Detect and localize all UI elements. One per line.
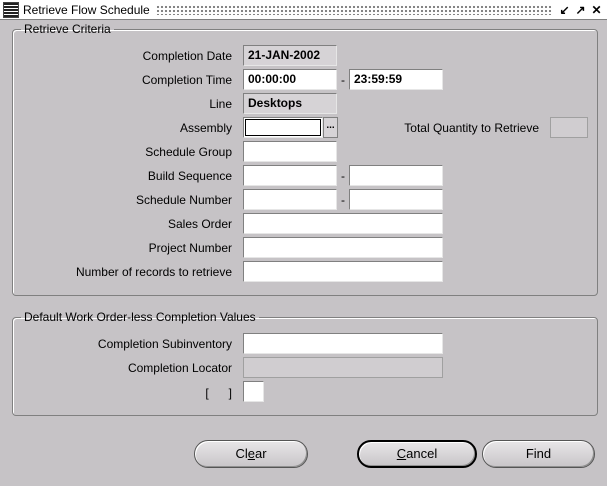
window-title: Retrieve Flow Schedule xyxy=(23,2,150,17)
build-sequence-from-field[interactable] xyxy=(243,165,337,186)
completion-locator-label: Completion Locator xyxy=(127,361,232,375)
schedule-number-from-field[interactable] xyxy=(243,189,337,210)
line-label: Line xyxy=(209,97,232,111)
checkbox-label: [ ] xyxy=(205,386,232,400)
maximize-icon[interactable]: ↗ xyxy=(574,3,587,17)
project-number-label: Project Number xyxy=(148,241,232,255)
completion-time-label: Completion Time xyxy=(141,73,232,87)
schedule-number-to-field[interactable] xyxy=(349,189,443,210)
completion-date-label: Completion Date xyxy=(142,49,232,63)
assembly-label: Assembly xyxy=(179,121,232,135)
title-bar: Retrieve Flow Schedule ↙ ↗ ✕ xyxy=(0,0,607,20)
project-number-field[interactable] xyxy=(243,237,443,258)
default-checkbox[interactable] xyxy=(243,381,264,402)
build-sequence-label: Build Sequence xyxy=(147,169,232,183)
completion-locator-field xyxy=(243,357,443,378)
num-records-field[interactable] xyxy=(243,261,443,282)
total-quantity-field xyxy=(550,117,588,138)
retrieve-criteria-legend: Retrieve Criteria xyxy=(24,22,111,36)
completion-date-field[interactable]: 21-JAN-2002 xyxy=(243,45,337,66)
title-bar-pattern xyxy=(155,4,552,15)
minimize-icon[interactable]: ↙ xyxy=(558,3,571,17)
build-sequence-to-field[interactable] xyxy=(349,165,443,186)
num-records-label: Number of records to retrieve xyxy=(75,265,232,279)
completion-subinventory-field[interactable] xyxy=(243,333,443,354)
total-quantity-label: Total Quantity to Retrieve xyxy=(404,121,539,135)
find-button[interactable]: Find xyxy=(482,440,595,468)
sales-order-field[interactable] xyxy=(243,213,443,234)
schedule-number-label: Schedule Number xyxy=(135,193,232,207)
completion-time-to-field[interactable]: 23:59:59 xyxy=(349,69,443,90)
schedule-group-label: Schedule Group xyxy=(145,145,232,159)
default-values-legend: Default Work Order-less Completion Value… xyxy=(24,310,256,324)
build-sequence-separator: - xyxy=(341,169,345,183)
completion-time-from-field[interactable]: 00:00:00 xyxy=(243,69,337,90)
line-field[interactable]: Desktops xyxy=(243,93,337,114)
close-icon[interactable]: ✕ xyxy=(590,3,603,17)
schedule-group-field[interactable] xyxy=(243,141,337,162)
completion-time-separator: - xyxy=(341,73,345,87)
app-icon xyxy=(3,1,19,18)
assembly-lov-button[interactable]: ... xyxy=(323,117,338,138)
clear-button[interactable]: Clear xyxy=(194,440,308,468)
schedule-number-separator: - xyxy=(341,193,345,207)
assembly-field[interactable] xyxy=(243,117,323,138)
sales-order-label: Sales Order xyxy=(167,217,232,231)
cancel-button[interactable]: Cancel xyxy=(357,440,477,468)
completion-subinventory-label: Completion Subinventory xyxy=(97,337,232,351)
